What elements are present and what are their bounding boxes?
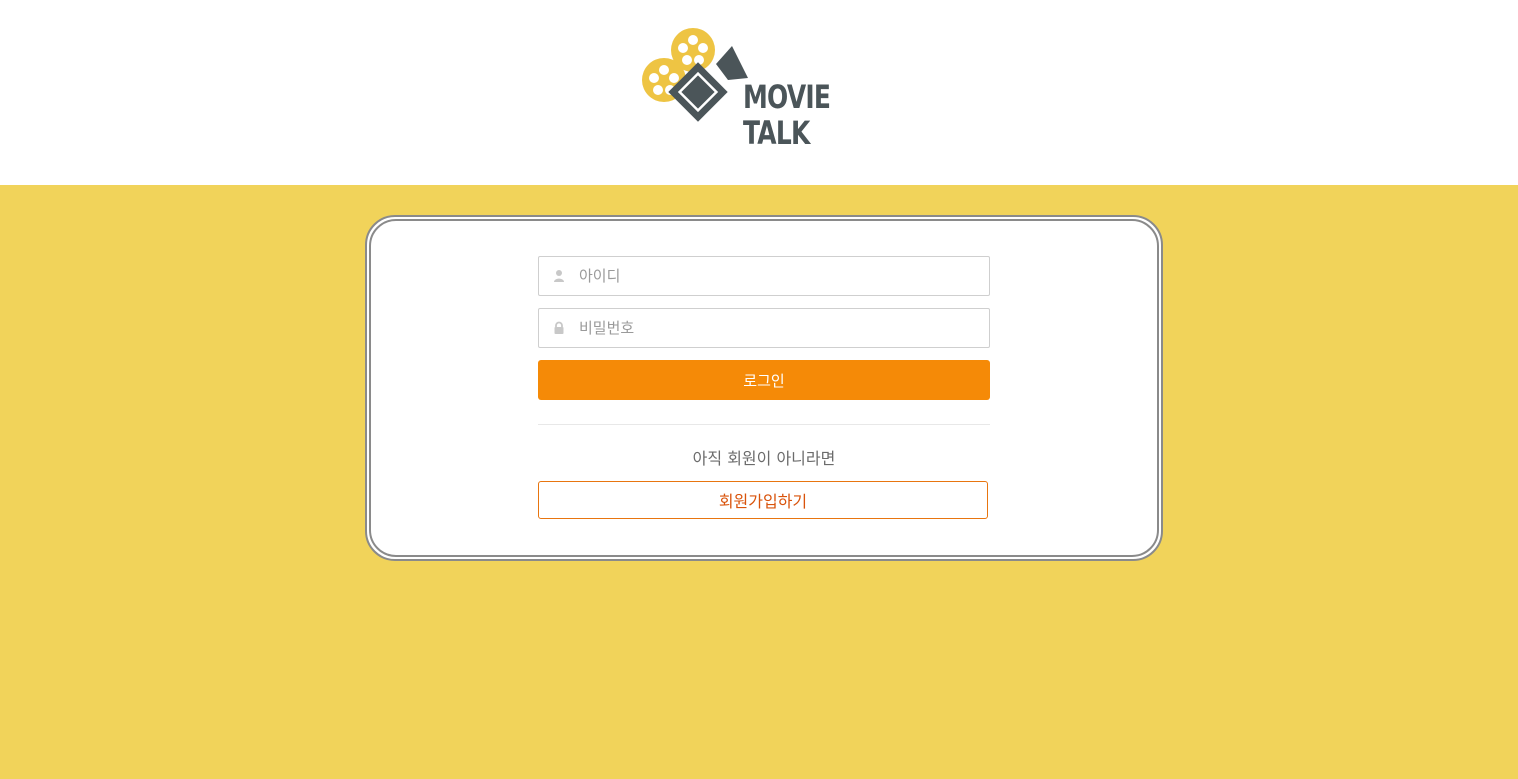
id-field[interactable] <box>538 256 990 296</box>
password-field[interactable] <box>538 308 990 348</box>
lock-icon <box>554 321 564 334</box>
logo-text-line1: MOVIE <box>743 78 831 116</box>
signup-button[interactable]: 회원가입하기 <box>538 481 988 519</box>
not-member-text: 아직 회원이 아니라면 <box>692 449 836 468</box>
page-header: MOVIE TALK <box>0 0 1518 185</box>
movie-talk-logo[interactable]: MOVIE TALK <box>640 26 831 154</box>
logo-text: MOVIE TALK <box>743 78 831 152</box>
password-input[interactable] <box>579 309 979 347</box>
logo-text-line2: TALK <box>743 114 810 152</box>
divider <box>538 424 990 425</box>
user-icon <box>554 270 564 282</box>
id-input[interactable] <box>579 257 979 295</box>
login-button[interactable]: 로그인 <box>538 360 990 400</box>
film-camera-icon <box>642 28 748 122</box>
